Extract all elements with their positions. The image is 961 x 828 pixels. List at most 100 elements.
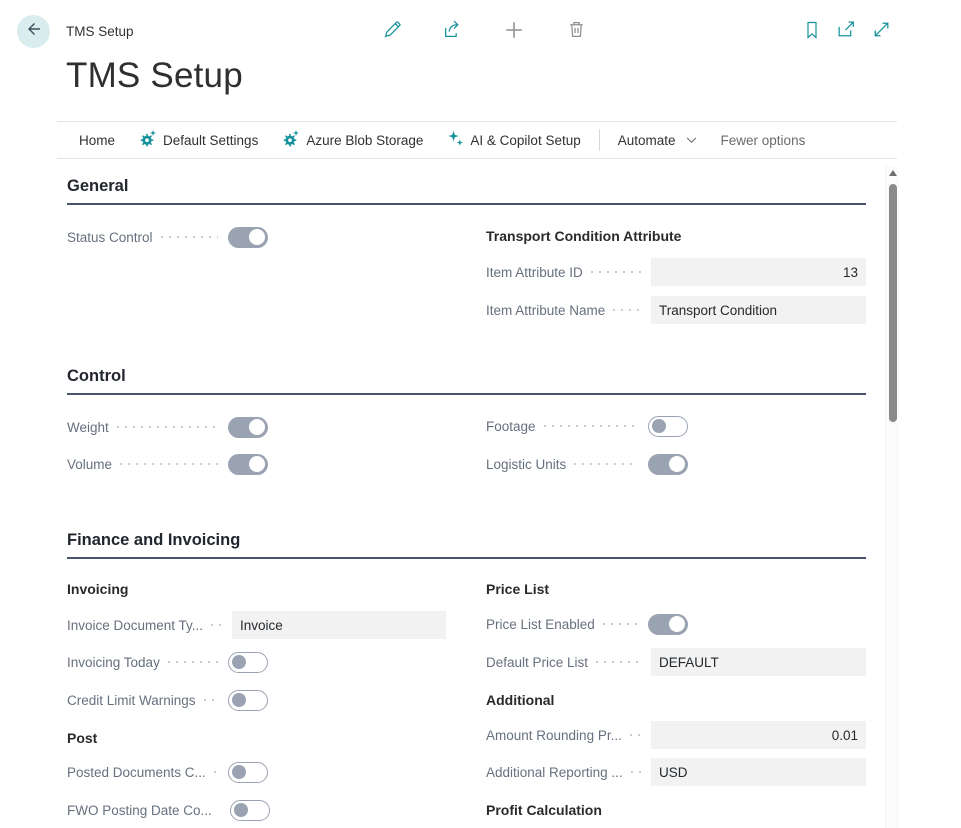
sparkles-icon xyxy=(447,130,464,150)
ribbon-default-settings[interactable]: Default Settings xyxy=(127,122,270,158)
open-in-new-window-icon xyxy=(836,19,857,45)
dotted-leader xyxy=(591,271,641,273)
ribbon-home[interactable]: Home xyxy=(57,122,127,158)
field-logistic-units: Logistic Units xyxy=(486,450,688,478)
toggle-knob xyxy=(249,456,265,472)
field-item-attribute-id: Item Attribute ID 13 xyxy=(486,258,866,286)
dotted-leader xyxy=(214,771,218,773)
price-list-enabled-toggle[interactable] xyxy=(648,614,688,635)
item-attribute-id-input[interactable]: 13 xyxy=(651,258,866,286)
dotted-leader xyxy=(168,661,218,663)
credit-limit-warnings-toggle[interactable] xyxy=(228,690,268,711)
dotted-leader xyxy=(603,623,638,625)
ribbon-azure-blob-storage-label: Azure Blob Storage xyxy=(306,133,423,148)
dotted-leader xyxy=(613,309,641,311)
toggle-knob xyxy=(669,616,685,632)
field-status-control: Status Control xyxy=(67,223,268,251)
logistic-units-toggle[interactable] xyxy=(648,454,688,475)
field-label: Credit Limit Warnings xyxy=(67,693,196,708)
open-in-window-button[interactable] xyxy=(833,19,859,45)
group-price-list: Price List xyxy=(486,581,549,597)
invoice-document-type-value: Invoice xyxy=(240,618,283,633)
scrollbar-up-arrow-icon[interactable] xyxy=(889,170,897,176)
chevron-down-icon xyxy=(686,137,697,144)
field-default-price-list: Default Price List DEFAULT xyxy=(486,648,866,676)
group-post: Post xyxy=(67,730,97,746)
dotted-leader xyxy=(120,463,218,465)
field-label: Default Price List xyxy=(486,655,588,670)
field-item-attribute-name: Item Attribute Name Transport Condition xyxy=(486,296,866,324)
section-control-title: Control xyxy=(67,367,126,385)
section-general-header[interactable]: General xyxy=(67,177,866,205)
share-icon xyxy=(442,19,463,45)
ribbon-azure-blob-storage[interactable]: Azure Blob Storage xyxy=(270,122,435,158)
ribbon-automate-menu[interactable]: Automate xyxy=(606,122,709,158)
scrollbar-thumb[interactable] xyxy=(889,184,897,422)
group-transport-condition-attribute: Transport Condition Attribute xyxy=(486,228,681,244)
ribbon-ai-copilot-setup[interactable]: AI & Copilot Setup xyxy=(435,122,592,158)
expand-button[interactable] xyxy=(868,19,894,45)
dotted-leader xyxy=(544,425,638,427)
section-general-title: General xyxy=(67,177,128,195)
field-weight: Weight xyxy=(67,413,268,441)
breadcrumb-caption: TMS Setup xyxy=(66,24,134,39)
expand-arrows-icon xyxy=(871,19,892,45)
dotted-leader xyxy=(204,699,218,701)
gear-sparkle-icon xyxy=(139,130,157,151)
bookmark-icon xyxy=(802,20,822,45)
ribbon-separator xyxy=(599,129,600,151)
ribbon-fewer-options[interactable]: Fewer options xyxy=(709,122,818,158)
share-button[interactable] xyxy=(439,19,465,45)
field-invoice-document-type: Invoice Document Ty... Invoice xyxy=(67,611,446,639)
field-label: Item Attribute ID xyxy=(486,265,583,280)
toggle-knob xyxy=(249,419,265,435)
group-additional: Additional xyxy=(486,692,554,708)
section-control-header[interactable]: Control xyxy=(67,367,866,395)
field-label: Volume xyxy=(67,457,112,472)
gear-sparkle-icon xyxy=(282,130,300,151)
field-label: Amount Rounding Pr... xyxy=(486,728,622,743)
bookmark-button[interactable] xyxy=(799,19,825,45)
new-button[interactable] xyxy=(501,19,527,45)
dotted-leader xyxy=(630,734,641,736)
field-additional-reporting-currency: Additional Reporting ... USD xyxy=(486,758,866,786)
footage-toggle[interactable] xyxy=(648,416,688,437)
field-label: Status Control xyxy=(67,230,153,245)
fwo-posting-date-toggle[interactable] xyxy=(230,800,270,821)
section-finance-header[interactable]: Finance and Invoicing xyxy=(67,531,866,559)
toggle-knob xyxy=(232,765,246,779)
field-price-list-enabled: Price List Enabled xyxy=(486,610,688,638)
status-control-toggle[interactable] xyxy=(228,227,268,248)
default-price-list-input[interactable]: DEFAULT xyxy=(651,648,866,676)
item-attribute-id-value: 13 xyxy=(843,265,858,280)
ribbon-fewer-options-label: Fewer options xyxy=(721,133,806,148)
pencil-icon xyxy=(382,19,403,45)
amount-rounding-precision-input[interactable]: 0.01 xyxy=(651,721,866,749)
field-label: Item Attribute Name xyxy=(486,303,605,318)
field-label: Additional Reporting ... xyxy=(486,765,623,780)
volume-toggle[interactable] xyxy=(228,454,268,475)
additional-reporting-currency-input[interactable]: USD xyxy=(651,758,866,786)
invoice-document-type-input[interactable]: Invoice xyxy=(232,611,446,639)
back-button[interactable] xyxy=(17,15,50,48)
amount-rounding-precision-value: 0.01 xyxy=(832,728,858,743)
ribbon-automate-label: Automate xyxy=(618,133,676,148)
field-volume: Volume xyxy=(67,450,268,478)
item-attribute-name-input[interactable]: Transport Condition xyxy=(651,296,866,324)
field-label: Invoice Document Ty... xyxy=(67,618,203,633)
weight-toggle[interactable] xyxy=(228,417,268,438)
invoicing-today-toggle[interactable] xyxy=(228,652,268,673)
edit-button[interactable] xyxy=(379,19,405,45)
field-posted-documents: Posted Documents C... xyxy=(67,758,268,786)
field-footage: Footage xyxy=(486,412,688,440)
toggle-knob xyxy=(232,693,246,707)
vertical-scrollbar[interactable] xyxy=(885,166,899,828)
dotted-leader xyxy=(574,463,638,465)
item-attribute-name-value: Transport Condition xyxy=(659,303,777,318)
posted-documents-toggle[interactable] xyxy=(228,762,268,783)
ribbon-home-label: Home xyxy=(79,133,115,148)
delete-button[interactable] xyxy=(563,19,589,45)
toggle-knob xyxy=(232,655,246,669)
field-fwo-posting-date: FWO Posting Date Co... xyxy=(67,796,268,824)
field-invoicing-today: Invoicing Today xyxy=(67,648,268,676)
